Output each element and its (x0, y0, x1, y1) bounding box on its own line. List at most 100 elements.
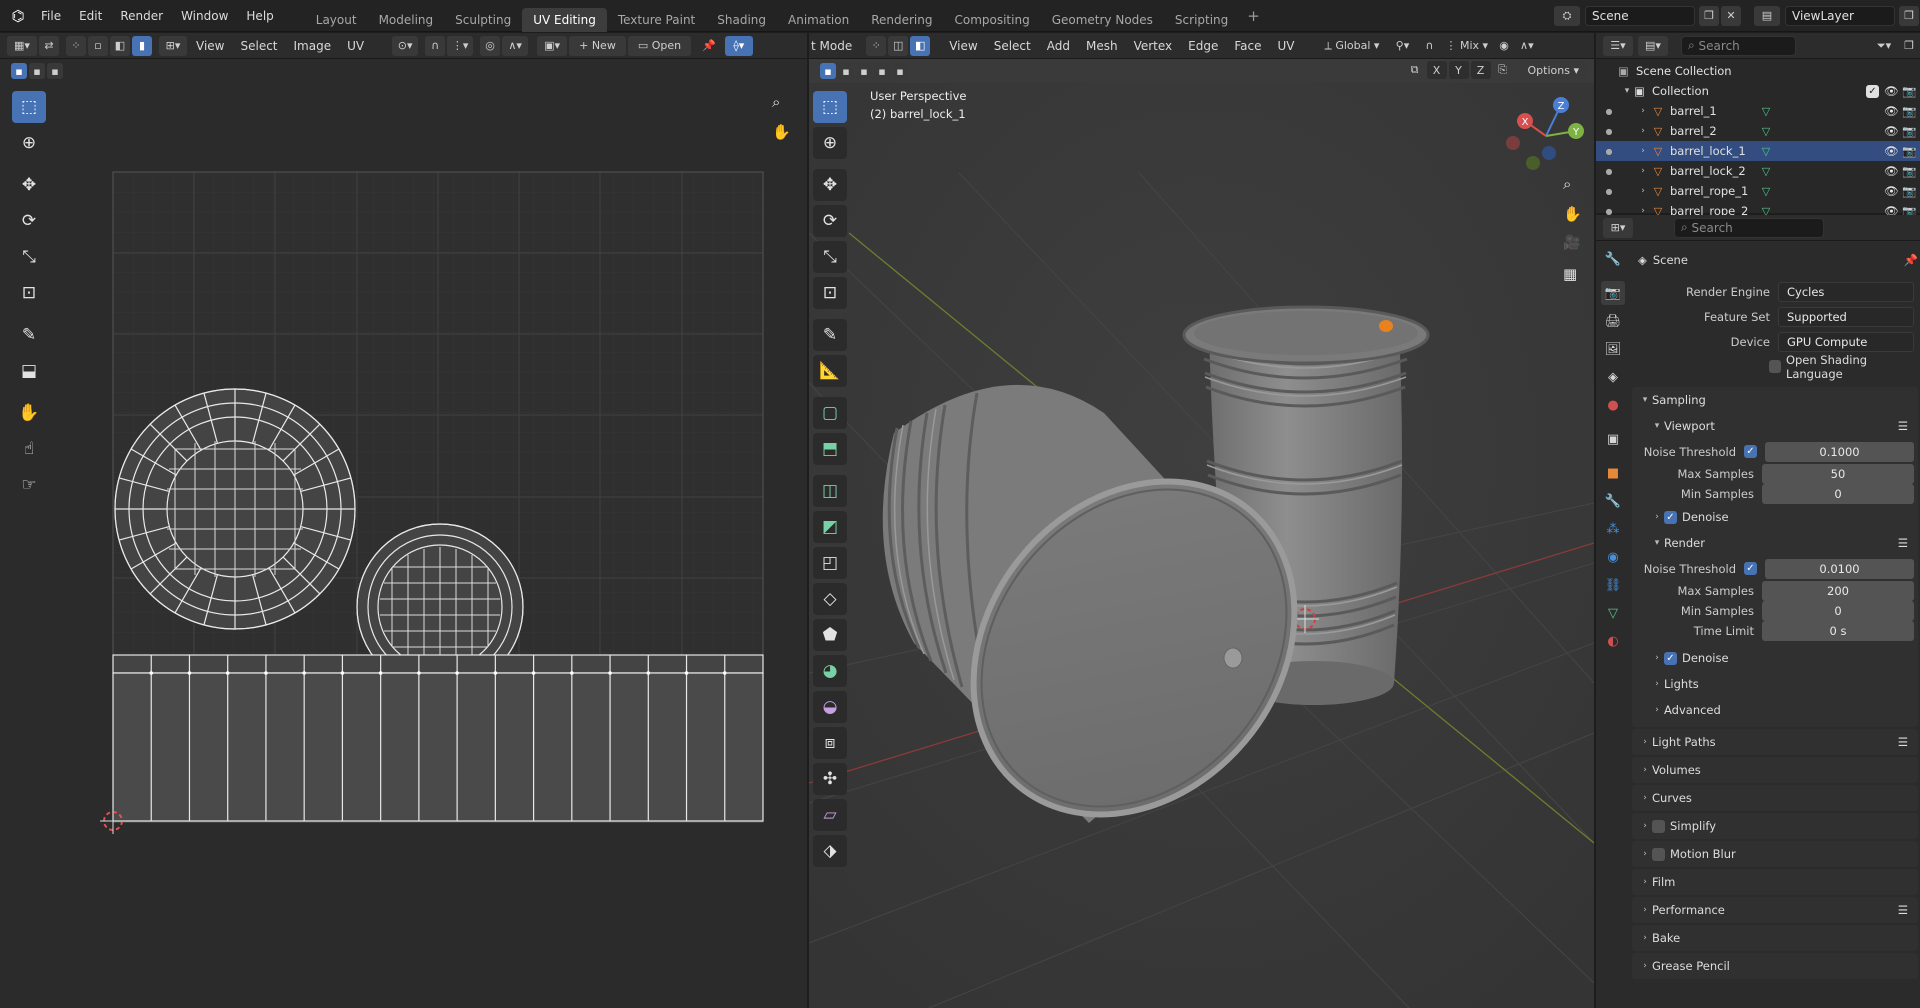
vp-max-samples-field[interactable]: 50 (1762, 464, 1914, 484)
edge-mode-icon[interactable]: ◫ (888, 35, 909, 56)
vp-mode-invert-icon[interactable]: ▪ (874, 63, 890, 79)
visibility-icon[interactable]: 👁 (1884, 104, 1902, 118)
new-collection-icon[interactable]: ❐ (1899, 36, 1919, 56)
render-sub-expand-icon[interactable]: ▾ (1650, 538, 1664, 548)
uv-menu-uv[interactable]: UV (339, 39, 372, 53)
vp-min-samples-field[interactable]: 0 (1762, 484, 1914, 504)
vp-pan-icon[interactable]: ✋ (1563, 205, 1582, 223)
render-engine-dropdown[interactable]: Cycles (1778, 281, 1914, 302)
panel-header[interactable]: › Motion Blur (1632, 841, 1918, 867)
r-min-samples-field[interactable]: 0 (1762, 601, 1914, 621)
presets-icon[interactable]: ☰ (1898, 735, 1908, 749)
panel-expand-icon[interactable]: › (1638, 933, 1652, 943)
bevel-icon[interactable]: ◩ (813, 511, 847, 543)
panel-header[interactable]: › Curves (1632, 785, 1918, 811)
gizmo-neg-z-icon[interactable] (1542, 146, 1556, 160)
panel-curves[interactable]: › Curves (1632, 785, 1918, 811)
panel-film[interactable]: › Film (1632, 869, 1918, 895)
pin-icon[interactable]: 📌 (698, 36, 720, 56)
uv-island-large-circle[interactable] (114, 388, 356, 630)
feature-set-dropdown[interactable]: Supported (1778, 306, 1914, 327)
particles-tab-icon[interactable]: ⁂ (1601, 517, 1625, 541)
collection-render-icon[interactable]: 📷 (1902, 84, 1920, 98)
pivot-icon[interactable]: ⊙▾ (392, 35, 419, 56)
auto-merge-icon[interactable]: ⎘ (1493, 61, 1513, 79)
render-subpanel-header[interactable]: ▾ Render ☰ (1632, 530, 1918, 556)
vertex-select-icon[interactable]: ⁘ (66, 35, 86, 56)
collection-expand-icon[interactable]: ▾ (1620, 86, 1634, 96)
vp-snap-icon[interactable]: ∩ (1419, 36, 1439, 56)
view-layer-selector[interactable]: ViewLayer (1785, 5, 1895, 26)
outliner-item-expand-icon[interactable]: › (1636, 186, 1650, 196)
tab-scripting[interactable]: Scripting (1164, 8, 1239, 32)
pin-context-icon[interactable]: 📌 (1904, 253, 1918, 267)
island-select-icon[interactable]: ▮ (132, 35, 152, 56)
panel-expand-icon[interactable]: › (1638, 849, 1652, 859)
collection-row[interactable]: ▾ ▣ Collection ✓ 👁 📷 (1596, 81, 1920, 101)
vp-mode-new-icon[interactable]: ▪ (820, 63, 836, 79)
tab-layout[interactable]: Layout (305, 8, 368, 32)
tab-compositing[interactable]: Compositing (943, 8, 1040, 32)
gizmo-neg-y-icon[interactable] (1526, 156, 1540, 170)
visibility-icon[interactable]: 👁 (1884, 144, 1902, 158)
vp-camera-view-icon[interactable]: 🎥 (1563, 235, 1580, 251)
snap-target-icon[interactable]: ⋮▾ (447, 35, 474, 56)
render-visibility-icon[interactable]: 📷 (1902, 124, 1920, 138)
filter-icon[interactable]: ⏷▾ (1871, 36, 1897, 56)
panel-expand-icon[interactable]: › (1638, 765, 1652, 775)
panel-header[interactable]: › Performance ☰ (1632, 897, 1918, 923)
delete-scene-icon[interactable]: ✕ (1721, 5, 1741, 26)
r-denoise-checkbox[interactable]: ✓ (1664, 651, 1677, 665)
physics-tab-icon[interactable]: ◉ (1601, 545, 1625, 569)
vp-noise-threshold-field[interactable]: 0.1000 (1765, 441, 1914, 462)
uv-menu-image[interactable]: Image (286, 39, 340, 53)
lights-subpanel[interactable]: › Lights (1632, 671, 1918, 697)
render-visibility-icon[interactable]: 📷 (1902, 144, 1920, 158)
r-max-samples-field[interactable]: 200 (1762, 581, 1914, 601)
tab-geometry-nodes[interactable]: Geometry Nodes (1041, 8, 1164, 32)
r-denoise-expand-icon[interactable]: › (1650, 653, 1664, 663)
uv-sync-icon[interactable]: ⟠▾ (724, 35, 753, 56)
tab-shading[interactable]: Shading (706, 8, 777, 32)
edge-select-icon[interactable]: ▫ (88, 35, 108, 56)
modifier-tab-icon[interactable]: 🔧 (1601, 489, 1625, 513)
outliner-item-expand-icon[interactable]: › (1636, 126, 1650, 136)
data-tab-icon[interactable]: ▽ (1601, 601, 1625, 625)
vp-menu-mesh[interactable]: Mesh (1078, 39, 1126, 53)
panel-expand-icon[interactable]: › (1638, 961, 1652, 971)
outliner-item-expand-icon[interactable]: › (1636, 166, 1650, 176)
sticky-select-icon[interactable]: ⊞▾ (159, 35, 187, 56)
panel-header[interactable]: › Volumes (1632, 757, 1918, 783)
tab-modeling[interactable]: Modeling (368, 8, 445, 32)
render-tab-icon[interactable]: 📷 (1601, 281, 1625, 305)
display-mode-icon[interactable]: ▤▾ (1638, 35, 1668, 56)
r-denoise-subpanel[interactable]: › ✓ Denoise (1632, 645, 1918, 671)
vp-proportional-icon[interactable]: ◉ (1494, 36, 1514, 56)
panel-header[interactable]: › Simplify (1632, 813, 1918, 839)
tab-sculpting[interactable]: Sculpting (444, 8, 522, 32)
osl-checkbox[interactable] (1768, 360, 1781, 373)
vp-transform-icon[interactable]: ⊡ (813, 277, 847, 309)
collection-exclude-checkbox[interactable]: ✓ (1866, 84, 1879, 98)
vp-menu-add[interactable]: Add (1039, 39, 1078, 53)
barrel-lock-selected[interactable] (1379, 320, 1393, 332)
edge-slide-icon[interactable]: ⧈ (813, 727, 847, 759)
panel-enable-checkbox[interactable] (1652, 847, 1665, 861)
view-layer-browse-icon[interactable]: ▤ (1754, 5, 1780, 26)
viewport-sub-expand-icon[interactable]: ▾ (1650, 421, 1664, 431)
navigation-gizmo[interactable]: Z Y X (1501, 91, 1591, 181)
mesh-data-icon[interactable]: ▽ (1758, 125, 1774, 138)
panel-enable-checkbox[interactable] (1652, 819, 1665, 833)
render-visibility-icon[interactable]: 📷 (1902, 184, 1920, 198)
proportional-edit-icon[interactable]: ◎ (480, 35, 501, 56)
menu-edit[interactable]: Edit (70, 0, 111, 32)
new-scene-icon[interactable]: ❐ (1699, 5, 1719, 26)
mesh-data-icon[interactable]: ▽ (1758, 145, 1774, 158)
add-workspace-button[interactable]: + (1239, 2, 1268, 30)
new-image-button[interactable]: + New (569, 35, 626, 56)
outliner-item-barrel-1[interactable]: ● › ▽ barrel_1 ▽ 👁 📷 (1596, 101, 1920, 121)
open-image-button[interactable]: ▭ Open (627, 35, 692, 56)
vp-falloff-icon[interactable]: ∧▾ (1516, 36, 1538, 56)
uv-menu-view[interactable]: View (188, 39, 232, 53)
advanced-expand-icon[interactable]: › (1650, 705, 1664, 715)
